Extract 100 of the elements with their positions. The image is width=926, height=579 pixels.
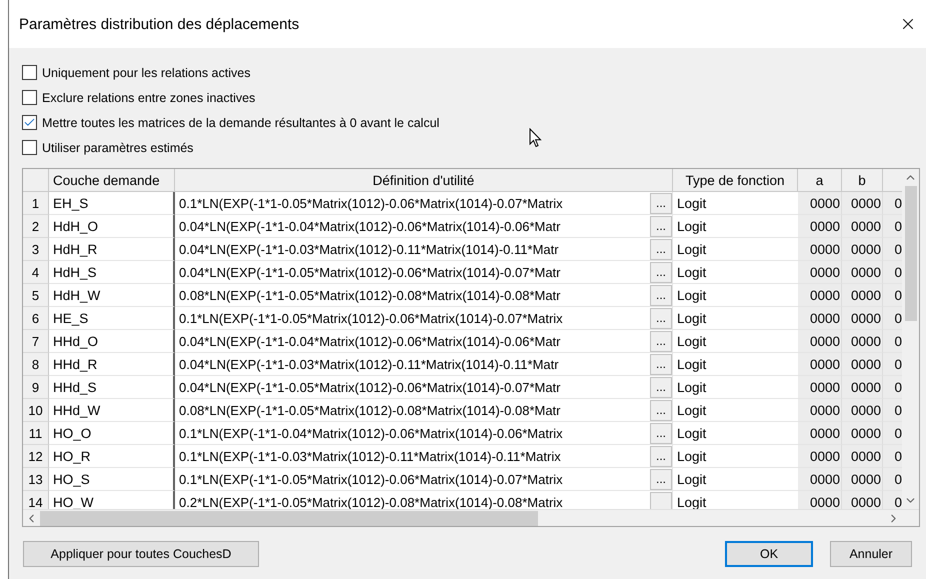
- row-number: 12: [23, 445, 49, 468]
- table-cell: HdH_O: [49, 215, 175, 238]
- checkbox-label: Mettre toutes les matrices de la demande résultantes à 0 avant le calcul: [42, 116, 440, 130]
- table-cell: 0000: [842, 238, 883, 261]
- table-cell: 0000: [842, 491, 883, 509]
- table-cell-text: 0.08*LN(EXP(-1*1-0.05*Matrix(1012)-0.08*Matrix(1014)-0.08*Matr: [178, 288, 562, 302]
- table-cell-text: 0.2*LN(EXP(-1*1-0.05*Matrix(1012)-0.08*Matrix(1014)-0.08*Matrix: [178, 494, 564, 509]
- row-number: 14: [23, 491, 49, 509]
- edit-button[interactable]: ...: [650, 330, 672, 352]
- cancel-button[interactable]: Annuler: [830, 541, 912, 567]
- edit-button[interactable]: ...: [650, 192, 672, 214]
- edit-button[interactable]: ...: [650, 216, 672, 236]
- column-header[interactable]: Couche demande: [49, 169, 175, 192]
- table-cell: 0: [883, 376, 902, 399]
- table-cell: 0000: [798, 353, 842, 376]
- table-cell: 0000: [798, 422, 842, 445]
- row-number: 8: [23, 353, 49, 376]
- table-cell: 0000: [842, 307, 883, 330]
- table-cell: 0000: [798, 468, 842, 491]
- table-cell: HdH_R: [49, 238, 175, 261]
- table-cell-text: 0.1*LN(EXP(-1*1-0.05*Matrix(1012)-0.06*Matrix(1014)-0.07*Matrix: [178, 310, 564, 326]
- table-cell: 0000: [798, 445, 842, 468]
- table-cell: HHd_O: [49, 330, 175, 353]
- table-cell: 0000: [842, 192, 883, 215]
- row-number: 10: [23, 399, 49, 422]
- edit-button[interactable]: ...: [650, 376, 672, 398]
- table-cell: 0: [883, 307, 902, 330]
- table-cell: 0000: [842, 468, 883, 491]
- table-cell: 0000: [842, 261, 883, 284]
- edit-button[interactable]: ...: [650, 468, 672, 490]
- checkbox[interactable]: [22, 90, 37, 105]
- table-cell: 0: [883, 445, 902, 468]
- row-number: 1: [23, 192, 49, 215]
- checkbox[interactable]: [22, 115, 37, 130]
- table-cell-text: 0.04*LN(EXP(-1*1-0.04*Matrix(1012)-0.06*Matrix(1014)-0.06*Matr: [178, 334, 562, 348]
- table-cell: HHd_W: [49, 399, 175, 422]
- table-cell: 0: [883, 353, 902, 376]
- table-cell: HHd_S: [49, 376, 175, 399]
- apply-button[interactable]: Appliquer pour toutes CouchesD: [23, 541, 259, 567]
- checkbox-label: Uniquement pour les relations actives: [42, 66, 250, 80]
- scrollbar-thumb[interactable]: [40, 510, 538, 526]
- edit-button[interactable]: ...: [650, 238, 672, 260]
- edit-button[interactable]: ...: [650, 422, 672, 444]
- table-cell: HE_S: [49, 307, 175, 330]
- column-header[interactable]: Définition d'utilité: [175, 169, 673, 192]
- table-cell: 0000: [842, 284, 883, 307]
- table-cell-text: 0.1*LN(EXP(-1*1-0.04*Matrix(1012)-0.06*Matrix(1014)-0.06*Matrix: [178, 426, 564, 440]
- table-cell: 0000: [798, 376, 842, 399]
- table-cell: 0000: [798, 399, 842, 422]
- table-cell-text: 0.08*LN(EXP(-1*1-0.05*Matrix(1012)-0.08*Matrix(1014)-0.08*Matr: [178, 402, 562, 418]
- table-cell-text: 0.1*LN(EXP(-1*1-0.05*Matrix(1012)-0.06*Matrix(1014)-0.07*Matrix: [178, 472, 564, 486]
- table-cell: HdH_W: [49, 284, 175, 307]
- vertical-scrollbar[interactable]: [902, 169, 919, 509]
- table-cell: 0: [883, 192, 902, 215]
- row-number: 13: [23, 468, 49, 491]
- row-number: 9: [23, 376, 49, 399]
- edit-button[interactable]: ...: [650, 308, 672, 328]
- edit-button[interactable]: ...: [650, 400, 672, 420]
- table-cell: 0000: [842, 215, 883, 238]
- table-cell: 0000: [842, 399, 883, 422]
- table-cell: EH_S: [49, 192, 175, 215]
- table-cell: 0000: [842, 422, 883, 445]
- checkbox-label: Utiliser paramètres estimés: [42, 140, 194, 154]
- table-cell: 0000: [798, 491, 842, 509]
- table-cell: 0000: [842, 376, 883, 399]
- table-cell: 0000: [798, 330, 842, 353]
- table-cell-text: 0.04*LN(EXP(-1*1-0.03*Matrix(1012)-0.11*Matrix(1014)-0.11*Matr: [178, 356, 560, 372]
- horizontal-scrollbar[interactable]: [23, 509, 919, 526]
- checkbox[interactable]: [22, 65, 37, 80]
- table-cell: 0: [883, 238, 902, 261]
- column-header[interactable]: a: [798, 169, 842, 192]
- table-cell: 0000: [842, 330, 883, 353]
- table-cell: 0: [883, 399, 902, 422]
- table-cell: 0: [883, 330, 902, 353]
- edit-button[interactable]: ...: [650, 284, 672, 306]
- table-cell: 0000: [798, 238, 842, 261]
- mouse-pointer-icon: [529, 128, 542, 148]
- table-cell: 0000: [798, 261, 842, 284]
- table-cell: HHd_R: [49, 353, 175, 376]
- scrollbar-thumb[interactable]: [904, 186, 916, 321]
- row-number: 11: [23, 422, 49, 445]
- table-cell-text: 0.1*LN(EXP(-1*1-0.03*Matrix(1012)-0.11*Matrix(1014)-0.11*Matrix: [178, 448, 562, 464]
- ok-button[interactable]: OK: [725, 541, 813, 567]
- row-number: 4: [23, 261, 49, 284]
- edit-button[interactable]: ...: [650, 354, 672, 374]
- table-cell-text: 0.04*LN(EXP(-1*1-0.04*Matrix(1012)-0.06*Matrix(1014)-0.06*Matr: [178, 218, 562, 234]
- table-cell: 0000: [798, 215, 842, 238]
- table-cell: 0: [883, 284, 902, 307]
- edit-button[interactable]: ...: [650, 446, 672, 466]
- table-cell-text: 0.04*LN(EXP(-1*1-0.05*Matrix(1012)-0.06*Matrix(1014)-0.07*Matr: [178, 380, 562, 394]
- table-cell: 0000: [798, 307, 842, 330]
- table-cell-text: 0.04*LN(EXP(-1*1-0.03*Matrix(1012)-0.11*Matrix(1014)-0.11*Matr: [178, 242, 560, 256]
- table-cell: 0: [883, 468, 902, 491]
- table-cell: 0000: [798, 284, 842, 307]
- column-header[interactable]: Type de fonction: [673, 169, 798, 192]
- checkbox[interactable]: [22, 140, 37, 155]
- row-number: 3: [23, 238, 49, 261]
- column-header[interactable]: b: [842, 169, 883, 192]
- table-cell: 0000: [842, 353, 883, 376]
- edit-button[interactable]: ...: [650, 262, 672, 282]
